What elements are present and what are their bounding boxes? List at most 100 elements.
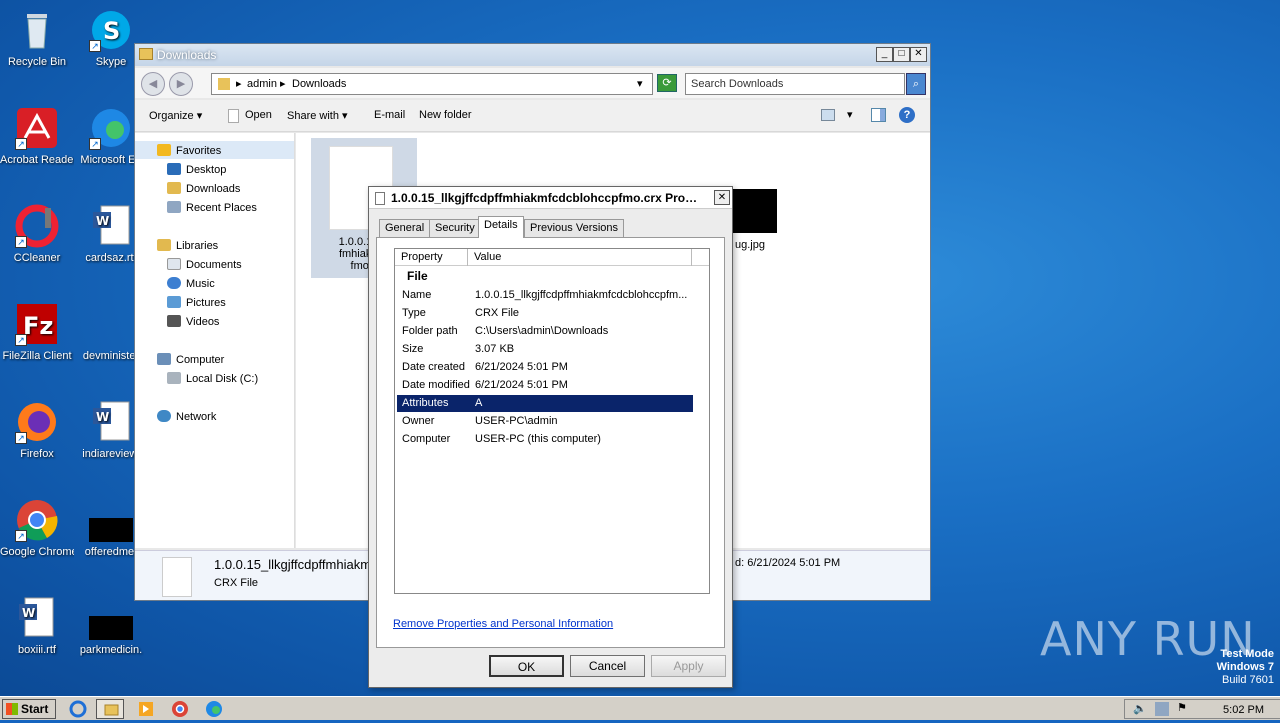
minimize-button[interactable]: _ bbox=[876, 47, 893, 62]
search-icon[interactable]: ⌕ bbox=[906, 73, 926, 95]
chevron-down-icon[interactable]: ▾ bbox=[847, 108, 853, 121]
image-thumbnail-icon bbox=[733, 189, 777, 233]
property-row-folder-path[interactable]: Folder path C:\Users\admin\Downloads bbox=[397, 323, 693, 340]
word-document-icon: W bbox=[89, 204, 133, 248]
property-row-computer[interactable]: Computer USER-PC (this computer) bbox=[397, 431, 693, 448]
close-button[interactable]: ✕ bbox=[910, 47, 927, 62]
firefox-icon[interactable]: ↗ Firefox bbox=[0, 400, 74, 461]
property-value: 6/21/2024 5:01 PM bbox=[475, 379, 568, 391]
address-bar[interactable]: ▸ admin ▸ Downloads ▾ bbox=[211, 73, 653, 95]
filezilla-icon[interactable]: Fz ↗ FileZilla Client bbox=[0, 302, 74, 363]
svg-text:S: S bbox=[103, 17, 120, 45]
email-button[interactable]: E-mail bbox=[374, 109, 405, 121]
nav-network[interactable]: Network bbox=[157, 410, 216, 423]
windows-version-line: Windows 7 bbox=[1216, 661, 1274, 673]
breadcrumb-admin[interactable]: admin bbox=[247, 78, 277, 90]
computer-icon bbox=[157, 353, 171, 365]
property-value: A bbox=[475, 397, 483, 409]
address-row: ◀ ▶ ▸ admin ▸ Downloads ▾ ⟳ Search Downl… bbox=[135, 68, 930, 98]
chevron-down-icon[interactable]: ▾ bbox=[637, 77, 643, 90]
nav-videos[interactable]: Videos bbox=[167, 315, 219, 328]
edge-taskbar-icon[interactable] bbox=[200, 699, 228, 719]
media-player-icon[interactable] bbox=[132, 699, 160, 719]
nav-documents[interactable]: Documents bbox=[167, 258, 242, 271]
help-icon[interactable]: ? bbox=[899, 107, 915, 123]
open-button[interactable]: Open bbox=[245, 109, 272, 121]
ccleaner-icon[interactable]: ↗ CCleaner bbox=[0, 204, 74, 265]
trash-icon bbox=[15, 8, 59, 52]
ok-button[interactable]: OK bbox=[489, 655, 564, 677]
nav-downloads[interactable]: Downloads bbox=[167, 182, 240, 195]
tab-previous-versions[interactable]: Previous Versions bbox=[524, 219, 625, 237]
share-with-label: Share with bbox=[287, 110, 339, 122]
chevron-right-icon[interactable]: ▸ bbox=[280, 77, 286, 90]
title-bar[interactable]: Downloads _ □ ✕ bbox=[135, 44, 930, 66]
details-file-type: CRX File bbox=[214, 577, 259, 589]
nav-recent-places[interactable]: Recent Places bbox=[167, 201, 257, 214]
chrome-taskbar-icon[interactable] bbox=[166, 699, 194, 719]
nav-libraries[interactable]: Libraries bbox=[157, 239, 218, 252]
new-folder-button[interactable]: New folder bbox=[419, 109, 472, 121]
preview-pane-icon[interactable] bbox=[871, 108, 886, 122]
chevron-right-icon[interactable]: ▸ bbox=[236, 77, 242, 90]
nav-label: Downloads bbox=[186, 183, 241, 195]
nav-favorites[interactable]: Favorites bbox=[157, 144, 221, 157]
apply-button[interactable]: Apply bbox=[651, 655, 726, 677]
clock[interactable]: 5:02 PM bbox=[1223, 704, 1264, 716]
chrome-logo-icon: ↗ bbox=[15, 498, 59, 542]
desktop-icon bbox=[167, 163, 181, 175]
volume-icon[interactable]: 🔈 bbox=[1133, 702, 1147, 715]
property-list[interactable]: Property Value File Name 1.0.0.15_llkgjff… bbox=[394, 248, 710, 594]
ie-icon[interactable] bbox=[64, 699, 92, 719]
word-document-icon: W bbox=[89, 400, 133, 444]
share-with-button[interactable]: Share with ▾ bbox=[287, 109, 348, 122]
properties-dialog[interactable]: 1.0.0.15_llkgjffcdpffmhiakmfcdcblohccpfm… bbox=[368, 186, 733, 688]
flag-icon[interactable]: ⚑ bbox=[1177, 701, 1187, 714]
property-row-type[interactable]: Type CRX File bbox=[397, 305, 693, 322]
nav-desktop[interactable]: Desktop bbox=[167, 163, 226, 176]
property-row-name[interactable]: Name 1.0.0.15_llkgjffcdpffmhiakmfcdcblohc… bbox=[397, 287, 693, 304]
star-icon bbox=[157, 144, 171, 156]
property-row-owner[interactable]: Owner USER-PC\admin bbox=[397, 413, 693, 430]
file-item-jpg[interactable]: ug.jpg bbox=[733, 185, 819, 255]
blank-file-icon bbox=[89, 302, 133, 346]
view-options-icon[interactable] bbox=[821, 109, 835, 121]
window-title: Downloads bbox=[157, 48, 217, 62]
nav-label: Desktop bbox=[186, 164, 227, 176]
boxiii-rtf-icon[interactable]: W boxiii.rtf bbox=[0, 596, 74, 657]
back-button[interactable]: ◀ bbox=[141, 72, 165, 96]
header-property[interactable]: Property bbox=[401, 251, 443, 263]
nav-music[interactable]: Music bbox=[167, 277, 215, 290]
acrobat-icon[interactable]: ↗ Acrobat Reader DC bbox=[0, 106, 74, 167]
property-row-date-created[interactable]: Date created 6/21/2024 5:01 PM bbox=[397, 359, 693, 376]
tab-general[interactable]: General bbox=[379, 219, 431, 237]
parkmedicin-icon[interactable]: parkmedicin. bbox=[74, 596, 148, 657]
property-row-attributes[interactable]: Attributes A bbox=[397, 395, 693, 412]
maximize-button[interactable]: □ bbox=[893, 47, 910, 62]
system-tray: 🔈 ⚑ 5:02 PM bbox=[1124, 699, 1280, 719]
nav-pictures[interactable]: Pictures bbox=[167, 296, 226, 309]
tab-security[interactable]: Security bbox=[429, 219, 481, 237]
black-thumbnail-icon bbox=[89, 498, 133, 542]
cancel-button[interactable]: Cancel bbox=[570, 655, 645, 677]
property-row-date-modified[interactable]: Date modified 6/21/2024 5:01 PM bbox=[397, 377, 693, 394]
close-button[interactable]: ✕ bbox=[714, 190, 730, 205]
organize-button[interactable]: Organize ▾ bbox=[149, 109, 202, 122]
explorer-taskbar-icon[interactable] bbox=[96, 699, 124, 719]
forward-button[interactable]: ▶ bbox=[169, 72, 193, 96]
property-row-size[interactable]: Size 3.07 KB bbox=[397, 341, 693, 358]
search-input[interactable]: Search Downloads bbox=[685, 73, 905, 95]
nav-local-disk[interactable]: Local Disk (C:) bbox=[167, 372, 258, 385]
dialog-title-bar[interactable]: 1.0.0.15_llkgjffcdpffmhiakmfcdcblohccpfm… bbox=[369, 187, 732, 209]
header-value[interactable]: Value bbox=[474, 251, 501, 263]
chrome-icon[interactable]: ↗ Google Chrome bbox=[0, 498, 74, 559]
recycle-bin-icon[interactable]: Recycle Bin bbox=[0, 8, 74, 69]
nav-computer[interactable]: Computer bbox=[157, 353, 224, 366]
libraries-icon bbox=[157, 239, 171, 251]
remove-properties-link[interactable]: Remove Properties and Personal Informati… bbox=[393, 618, 613, 630]
network-tray-icon[interactable] bbox=[1155, 702, 1169, 716]
tab-details[interactable]: Details bbox=[478, 216, 524, 238]
start-button[interactable]: Start bbox=[2, 699, 56, 719]
refresh-icon[interactable]: ⟳ bbox=[657, 74, 677, 92]
breadcrumb-downloads[interactable]: Downloads bbox=[292, 78, 346, 90]
